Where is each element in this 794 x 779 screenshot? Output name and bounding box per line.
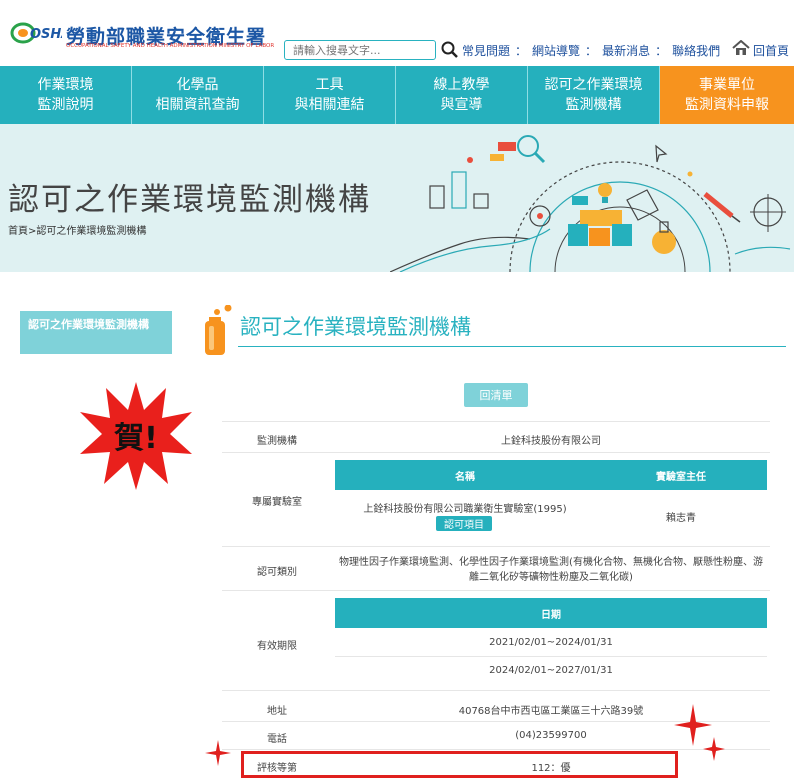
sitemap-link[interactable]: 網站導覽 — [532, 44, 580, 58]
agency-value: 上銓科技股份有限公司 — [501, 436, 601, 447]
nav-item-online-learning[interactable]: 線上教學 與宣導 — [396, 66, 528, 124]
category-label: 認可類別 — [257, 567, 297, 578]
period-col-date: 日期 — [541, 609, 561, 621]
search-icon[interactable] — [441, 41, 459, 59]
row-divider — [222, 590, 770, 591]
faq-link[interactable]: 常見問題 — [462, 44, 510, 58]
nav-item-tools[interactable]: 工具 與相關連結 — [264, 66, 396, 124]
page-banner: 認可之作業環境監測機構 首頁>認可之作業環境監測機構 — [0, 124, 794, 272]
site-header: OSHA 勞動部職業安全衛生署 OCCUPATIONAL SAFETY AND … — [0, 0, 794, 66]
row-divider — [222, 749, 770, 750]
agency-label: 監測機構 — [257, 436, 297, 447]
row-divider — [222, 452, 770, 453]
phone-label: 電話 — [267, 734, 287, 745]
congrats-burst-icon: 賀! — [80, 382, 192, 490]
row-divider — [222, 690, 770, 691]
nav-item-data-report[interactable]: 事業單位 監測資料申報 — [660, 66, 794, 124]
sparkle-icon — [205, 740, 231, 766]
period-2: 2024/02/01~2027/01/31 — [489, 665, 613, 676]
battery-title-icon — [205, 305, 232, 355]
accreditation-items-button[interactable]: 認可項目 — [436, 516, 492, 531]
period-1: 2021/02/01~2024/01/31 — [489, 637, 613, 648]
period-table-header: 日期 — [335, 598, 767, 628]
banner-title: 認可之作業環境監測機構 — [8, 182, 371, 218]
address-label: 地址 — [267, 706, 287, 717]
page-title: 認可之作業環境監測機構 — [240, 315, 471, 339]
logo-text: OSHA — [30, 27, 62, 42]
science-illustration-icon — [390, 135, 791, 272]
lab-col-director: 實驗室主任 — [656, 471, 706, 483]
period-label: 有效期限 — [257, 641, 297, 652]
row-divider — [335, 656, 767, 657]
lab-name: 上銓科技股份有限公司職業衛生實驗室(1995) — [363, 504, 567, 515]
row-divider — [222, 421, 770, 422]
osha-logo-icon[interactable]: OSHA — [10, 18, 62, 46]
nav-item-monitoring-info[interactable]: 作業環境 監測說明 — [0, 66, 132, 124]
main-nav: 作業環境 監測說明 化學品 相關資訊查詢 工具 與相關連結 線上教學 與宣導 認可之作業… — [0, 66, 794, 124]
lab-col-name: 名稱 — [455, 471, 475, 483]
home-icon[interactable] — [732, 40, 750, 56]
back-to-list-button[interactable]: 回清單 — [464, 383, 528, 407]
breadcrumb[interactable]: 首頁>認可之作業環境監測機構 — [8, 222, 146, 237]
lab-table-header: 名稱 實驗室主任 — [335, 460, 767, 490]
rating-highlight-box — [241, 751, 678, 778]
site-subtitle: OCCUPATIONAL SAFETY AND HEALTH ADMINISTR… — [66, 43, 275, 49]
category-value: 物理性因子作業環境監測、化學性因子作業環境監測(有機化合物、無機化合物、厭懸性粉… — [339, 557, 763, 583]
sparkle-icon — [703, 737, 725, 761]
row-divider — [222, 546, 770, 547]
contact-link[interactable]: 聯絡我們 — [672, 44, 720, 58]
news-link[interactable]: 最新消息 — [602, 44, 650, 58]
lab-director: 賴志青 — [666, 513, 696, 524]
search-input[interactable] — [284, 40, 436, 60]
title-divider — [238, 346, 786, 347]
nav-item-chemical-search[interactable]: 化學品 相關資訊查詢 — [132, 66, 264, 124]
home-link[interactable]: 回首頁 — [753, 42, 789, 59]
sidebar-item-accredited-agencies[interactable]: 認可之作業環境監測機構 — [20, 311, 172, 354]
top-links: 常見問題：網站導覽：最新消息：聯絡我們 — [462, 44, 721, 58]
congrats-text: 賀! — [114, 421, 158, 456]
lab-label: 專屬實驗室 — [252, 497, 302, 508]
nav-item-accredited-agencies[interactable]: 認可之作業環境 監測機構 — [528, 66, 660, 124]
